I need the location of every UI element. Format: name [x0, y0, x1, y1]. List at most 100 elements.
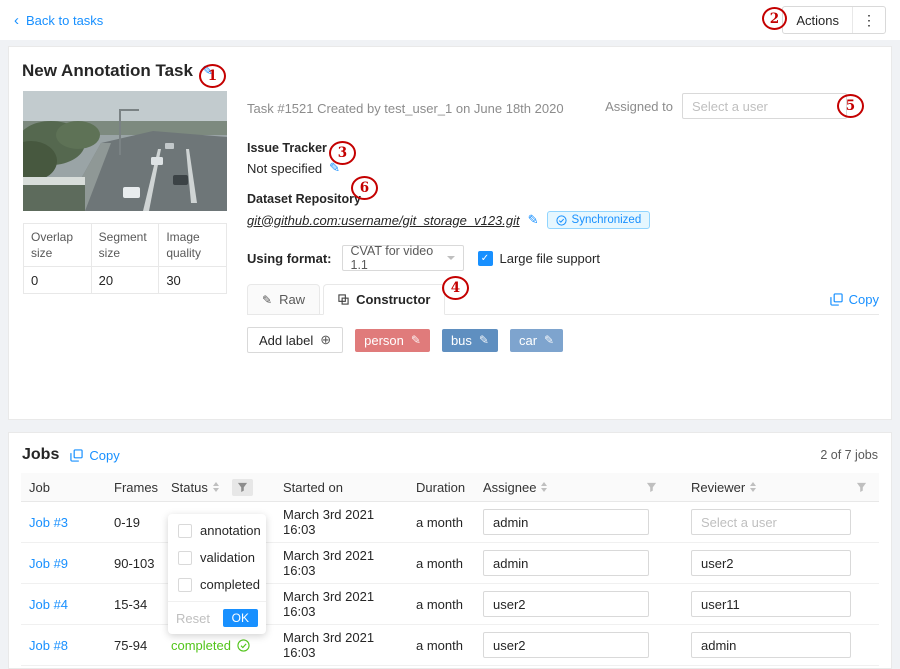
top-bar: ‹ Back to tasks Actions ⋮: [0, 0, 900, 40]
task-preview-image: [23, 91, 227, 211]
issue-tracker-value: Not specified: [247, 161, 322, 176]
edit-label-icon[interactable]: ✎: [544, 333, 554, 347]
checkbox-annotation[interactable]: [178, 524, 192, 538]
assigned-to-input[interactable]: [682, 93, 847, 119]
checkbox-completed[interactable]: [178, 578, 192, 592]
param-value-segment: 20: [91, 267, 159, 294]
column-header-reviewer[interactable]: Reviewer: [683, 473, 879, 501]
chevron-left-icon: ‹: [14, 13, 19, 28]
copy-jobs-link[interactable]: Copy: [70, 448, 119, 463]
task-meta-text: Task #1521 Created by test_user_1 on Jun…: [247, 97, 564, 116]
reviewer-input[interactable]: [691, 550, 851, 576]
reviewer-input[interactable]: [691, 632, 851, 658]
task-title-row: New Annotation Task ✎: [22, 61, 213, 81]
actions-button[interactable]: Actions: [783, 7, 852, 33]
actions-menu-button[interactable]: ⋮: [852, 7, 885, 33]
started-cell: March 3rd 2021 16:03: [275, 507, 408, 537]
using-format-label: Using format:: [247, 251, 332, 266]
assignee-input[interactable]: [483, 591, 649, 617]
column-header-assignee[interactable]: Assignee: [475, 473, 683, 501]
column-header-frames: Frames: [106, 473, 163, 501]
checkbox-validation[interactable]: [178, 551, 192, 565]
jobs-header: Jobs Copy 2 of 7 jobs: [9, 433, 891, 473]
assigned-to-label: Assigned to: [605, 99, 673, 114]
sort-icons-reviewer[interactable]: [750, 482, 756, 492]
assignee-input[interactable]: [483, 632, 649, 658]
add-label-text: Add label: [259, 333, 313, 348]
duration-cell: a month: [408, 638, 475, 653]
edit-repository-icon[interactable]: ✎: [528, 212, 539, 228]
label-chip-person[interactable]: person ✎: [355, 329, 430, 352]
assigned-to-group: Assigned to: [605, 93, 847, 119]
large-file-checkbox[interactable]: ✓: [478, 251, 493, 266]
jobs-summary: 2 of 7 jobs: [820, 448, 878, 462]
chevron-down-icon: [447, 256, 455, 260]
large-file-checkbox-group: ✓ Large file support: [478, 251, 600, 266]
filter-icon-assignee[interactable]: [646, 482, 657, 493]
filter-option-validation[interactable]: validation: [168, 544, 266, 571]
column-header-duration: Duration: [408, 473, 475, 501]
sort-icons-status[interactable]: [213, 482, 219, 492]
duration-cell: a month: [408, 597, 475, 612]
assignee-input[interactable]: [483, 509, 649, 535]
column-label-reviewer: Reviewer: [691, 480, 745, 495]
dataset-repository-value-row: git@github.com:username/git_storage_v123…: [247, 211, 879, 229]
edit-label-icon[interactable]: ✎: [411, 333, 421, 347]
param-header-quality: Image quality: [159, 224, 227, 267]
label-chip-car[interactable]: car ✎: [510, 329, 563, 352]
tab-raw[interactable]: ✎ Raw: [247, 284, 320, 315]
column-header-status[interactable]: Status: [163, 473, 275, 501]
add-label-button[interactable]: Add label ⊕: [247, 327, 343, 353]
ok-button[interactable]: OK: [223, 609, 258, 627]
column-label-job: Job: [29, 480, 50, 495]
label-name-car: car: [519, 333, 537, 348]
large-file-label: Large file support: [500, 251, 600, 266]
back-link-label: Back to tasks: [26, 13, 103, 28]
check-circle-icon: [556, 215, 567, 226]
job-link[interactable]: Job #4: [29, 597, 68, 612]
job-link[interactable]: Job #8: [29, 638, 68, 653]
edit-title-icon[interactable]: ✎: [202, 63, 213, 79]
label-chip-bus[interactable]: bus ✎: [442, 329, 498, 352]
started-cell: March 3rd 2021 16:03: [275, 589, 408, 619]
filter-option-completed[interactable]: completed: [168, 571, 266, 598]
edit-label-icon[interactable]: ✎: [479, 333, 489, 347]
format-select[interactable]: CVAT for video 1.1: [342, 245, 464, 271]
reviewer-input[interactable]: [691, 509, 851, 535]
tab-constructor[interactable]: Constructor: [323, 284, 445, 315]
status-filter-dropdown: annotation validation completed Reset OK: [168, 514, 266, 634]
filter-footer: Reset OK: [168, 601, 266, 634]
param-value-quality: 30: [159, 267, 227, 294]
filter-option-annotation[interactable]: annotation: [168, 517, 266, 544]
jobs-table: Job Frames Status Started on Duration As…: [21, 473, 879, 666]
frames-cell: 0-19: [106, 515, 163, 530]
jobs-table-header: Job Frames Status Started on Duration As…: [21, 473, 879, 502]
actions-button-group: Actions ⋮: [782, 6, 886, 34]
filter-icon-status[interactable]: [232, 479, 253, 496]
vertical-dots-icon: ⋮: [862, 12, 876, 29]
started-cell: March 3rd 2021 16:03: [275, 630, 408, 660]
filter-icon-reviewer[interactable]: [856, 482, 867, 493]
task-parameters-table: Overlap size Segment size Image quality …: [23, 223, 227, 294]
task-title: New Annotation Task: [22, 61, 193, 81]
copy-labels-link[interactable]: Copy: [830, 292, 879, 314]
started-cell: March 3rd 2021 16:03: [275, 548, 408, 578]
sort-icons-assignee[interactable]: [541, 482, 547, 492]
job-link[interactable]: Job #9: [29, 556, 68, 571]
tab-raw-label: Raw: [279, 292, 305, 307]
format-select-value: CVAT for video 1.1: [351, 244, 447, 272]
completed-check-icon: [237, 639, 250, 652]
reset-button[interactable]: Reset: [176, 611, 210, 626]
status-cell: completed: [171, 638, 231, 653]
jobs-title: Jobs: [22, 446, 59, 464]
column-label-duration: Duration: [416, 480, 465, 495]
param-value-overlap: 0: [24, 267, 92, 294]
issue-tracker-heading: Issue Tracker: [247, 141, 879, 155]
reviewer-input[interactable]: [691, 591, 851, 617]
assignee-input[interactable]: [483, 550, 649, 576]
traffic-scene-image: [23, 91, 227, 211]
edit-issue-tracker-icon[interactable]: ✎: [329, 160, 340, 176]
back-to-tasks-link[interactable]: ‹ Back to tasks: [14, 13, 103, 28]
job-link[interactable]: Job #3: [29, 515, 68, 530]
job-row: Job #4 15-34 March 3rd 2021 16:03 a mont…: [21, 584, 879, 625]
